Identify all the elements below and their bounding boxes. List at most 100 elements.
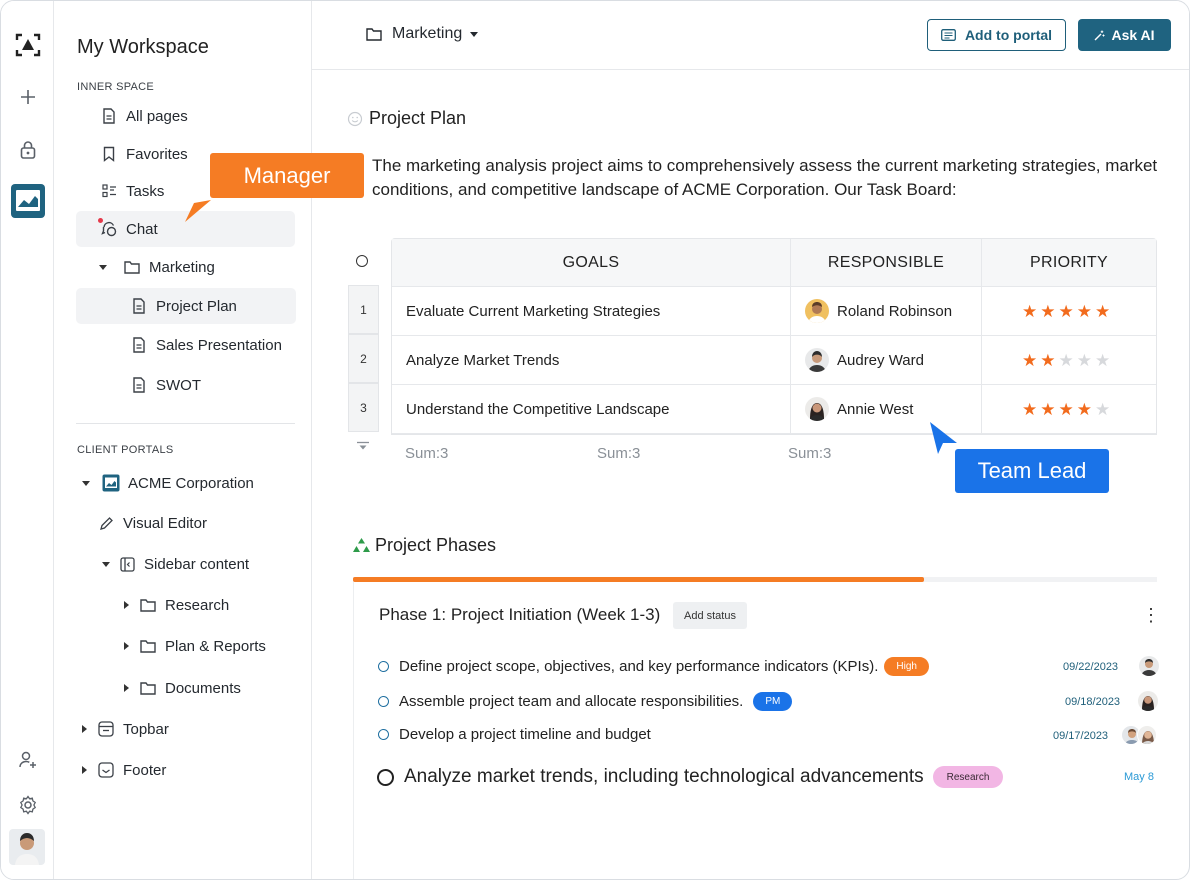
column-header-responsible[interactable]: RESPONSIBLE: [791, 239, 982, 286]
select-all-circle-icon[interactable]: [356, 255, 368, 267]
task-item[interactable]: Assemble project team and allocate respo…: [378, 692, 793, 711]
folder-icon: [123, 258, 141, 276]
add-status-button[interactable]: Add status: [673, 602, 747, 629]
sum-priority: Sum:3: [788, 445, 832, 462]
more-options-icon[interactable]: ⋮: [1142, 605, 1160, 626]
star-icon[interactable]: ★: [1022, 303, 1037, 320]
star-icon[interactable]: ★: [1059, 401, 1074, 418]
plus-icon[interactable]: [9, 78, 46, 115]
sidebar-folder-marketing[interactable]: Marketing: [99, 249, 215, 285]
sidebar-item-topbar[interactable]: Topbar: [82, 711, 169, 747]
chevron-right-icon[interactable]: [82, 725, 87, 733]
chevron-right-icon[interactable]: [82, 766, 87, 774]
sidebar-folder-research[interactable]: Research: [124, 587, 229, 623]
star-icon[interactable]: ★: [1095, 401, 1110, 418]
sidebar-item-label: Chat: [126, 220, 158, 238]
chevron-down-icon[interactable]: [82, 480, 90, 486]
chevron-down-icon[interactable]: [102, 561, 110, 567]
chat-icon: [98, 218, 118, 238]
goal-cell[interactable]: Analyze Market Trends: [392, 336, 791, 384]
sidebar-folder-documents[interactable]: Documents: [124, 670, 241, 706]
priority-cell[interactable]: ★ ★ ★ ★ ★: [982, 287, 1156, 335]
page-icon: [100, 107, 118, 125]
category-tag[interactable]: Research: [932, 766, 1004, 788]
responsible-name: Annie West: [837, 400, 914, 418]
chevron-right-icon[interactable]: [124, 642, 129, 650]
star-icon[interactable]: ★: [1040, 352, 1055, 369]
sidebar-item-visual-editor[interactable]: Visual Editor: [97, 505, 207, 541]
app-logo-icon[interactable]: [9, 26, 46, 63]
row-number[interactable]: 1: [348, 285, 379, 334]
star-rating[interactable]: ★ ★ ★ ★ ★: [996, 303, 1110, 320]
sidebar-item-sales-presentation[interactable]: Sales Presentation: [130, 327, 282, 363]
add-to-portal-button[interactable]: Add to portal: [927, 19, 1066, 51]
role-tag[interactable]: PM: [753, 692, 793, 711]
portal-card-icon: [940, 29, 956, 41]
assignee-avatar: [1138, 691, 1158, 711]
star-icon[interactable]: ★: [1022, 352, 1037, 369]
filter-icon[interactable]: [356, 438, 370, 456]
column-header-goals[interactable]: GOALS: [392, 239, 791, 286]
star-icon[interactable]: ★: [1095, 352, 1110, 369]
star-icon[interactable]: ★: [1059, 303, 1074, 320]
sidebar-item-swot[interactable]: SWOT: [130, 367, 201, 403]
add-user-icon[interactable]: [9, 741, 46, 778]
gear-icon[interactable]: [9, 786, 46, 823]
sidebar-item-tasks[interactable]: Tasks: [100, 173, 164, 209]
star-icon[interactable]: ★: [1095, 303, 1110, 320]
portal-icon: [102, 474, 120, 492]
sidebar-item-label: Sales Presentation: [156, 336, 282, 354]
ask-ai-label: Ask AI: [1111, 27, 1155, 43]
sidebar-item-all-pages[interactable]: All pages: [100, 98, 188, 134]
star-icon[interactable]: ★: [1077, 352, 1092, 369]
sidebar-folder-plan-reports[interactable]: Plan & Reports: [124, 628, 266, 664]
star-icon[interactable]: ★: [1040, 401, 1055, 418]
row-number[interactable]: 2: [348, 334, 379, 383]
add-to-portal-label: Add to portal: [964, 27, 1053, 43]
chevron-right-icon[interactable]: [124, 601, 129, 609]
folder-icon: [366, 27, 382, 41]
ask-ai-button[interactable]: Ask AI: [1078, 19, 1171, 51]
star-icon[interactable]: ★: [1077, 401, 1092, 418]
task-checkbox-icon[interactable]: [378, 661, 389, 672]
sidebar-portal-acme[interactable]: ACME Corporation: [82, 465, 254, 501]
user-avatar[interactable]: [9, 829, 45, 865]
responsible-cell[interactable]: Audrey Ward: [791, 336, 982, 384]
chevron-down-icon[interactable]: [99, 264, 107, 270]
inner-space-label: INNER SPACE: [77, 81, 155, 93]
goal-cell[interactable]: Evaluate Current Marketing Strategies: [392, 287, 791, 335]
row-number[interactable]: 3: [348, 383, 379, 432]
breadcrumb[interactable]: Marketing: [366, 25, 479, 43]
lock-icon[interactable]: [9, 131, 46, 168]
task-checkbox-icon[interactable]: [377, 768, 394, 786]
task-text: Develop a project timeline and budget: [399, 726, 651, 743]
priority-cell[interactable]: ★ ★ ★ ★ ★: [982, 385, 1156, 433]
star-rating[interactable]: ★ ★ ★ ★ ★: [996, 401, 1110, 418]
responsible-cell[interactable]: Roland Robinson: [791, 287, 982, 335]
star-icon[interactable]: ★: [1077, 303, 1092, 320]
star-rating[interactable]: ★ ★ ★ ★ ★: [996, 352, 1110, 369]
phase-title: Phase 1: Project Initiation (Week 1-3): [379, 605, 661, 624]
column-header-priority[interactable]: PRIORITY: [982, 239, 1156, 286]
task-checkbox-icon[interactable]: [378, 729, 389, 740]
pencil-icon: [97, 514, 115, 532]
sidebar-item-footer[interactable]: Footer: [82, 752, 166, 788]
task-checkbox-icon[interactable]: [378, 696, 389, 707]
task-item[interactable]: Define project scope, objectives, and ke…: [378, 657, 929, 676]
portal-app-icon[interactable]: [9, 182, 46, 219]
sidebar-item-sidebar-content[interactable]: Sidebar content: [102, 546, 249, 582]
goal-cell[interactable]: Understand the Competitive Landscape: [392, 385, 791, 433]
icon-rail: [1, 1, 54, 879]
task-item[interactable]: Develop a project timeline and budget: [378, 726, 651, 743]
smiley-icon[interactable]: [347, 111, 363, 127]
star-icon[interactable]: ★: [1059, 352, 1074, 369]
priority-tag[interactable]: High: [884, 657, 929, 676]
sidebar-item-project-plan[interactable]: Project Plan: [76, 288, 296, 324]
star-icon[interactable]: ★: [1022, 401, 1037, 418]
chevron-right-icon[interactable]: [124, 684, 129, 692]
star-icon[interactable]: ★: [1040, 303, 1055, 320]
priority-cell[interactable]: ★ ★ ★ ★ ★: [982, 336, 1156, 384]
task-item[interactable]: Analyze market trends, including technol…: [377, 766, 1004, 788]
sidebar-item-favorites[interactable]: Favorites: [100, 136, 188, 172]
bookmark-icon: [100, 145, 118, 163]
